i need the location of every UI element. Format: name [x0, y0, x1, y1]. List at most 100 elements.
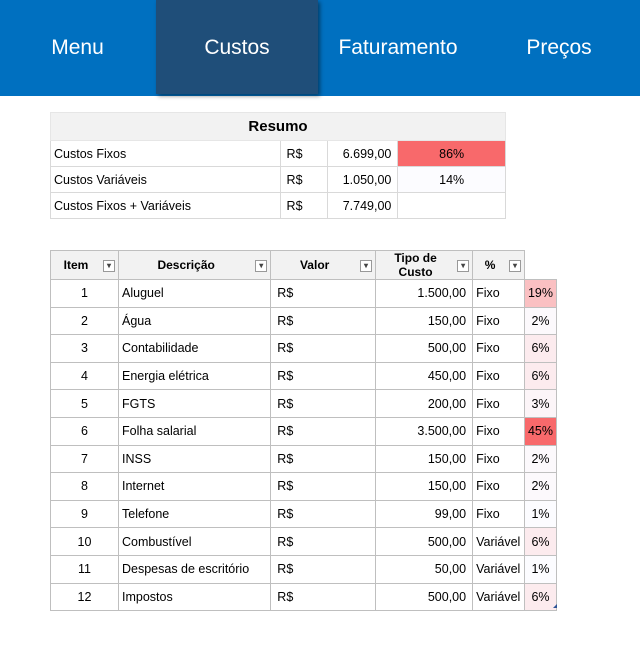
cell-valor[interactable]: 3.500,00: [375, 416, 474, 446]
cell-currency[interactable]: R$: [270, 444, 377, 474]
cell-percent[interactable]: 2%: [523, 472, 558, 501]
cell-descricao[interactable]: Contabilidade: [117, 334, 272, 363]
cell-item[interactable]: 1: [50, 279, 119, 308]
nav-item-menu[interactable]: Menu: [0, 0, 155, 96]
cell-descricao[interactable]: Combustível: [117, 527, 272, 556]
summary-label[interactable]: Custos Fixos: [50, 140, 281, 167]
nav-item-precos[interactable]: Preços: [478, 0, 640, 96]
table-resize-handle-icon[interactable]: [553, 604, 557, 608]
summary-value[interactable]: 1.050,00: [327, 166, 399, 193]
cell-tipo-de-custo[interactable]: Fixo: [472, 361, 525, 391]
cell-valor[interactable]: 200,00: [375, 389, 474, 418]
cell-descricao[interactable]: Internet: [117, 472, 272, 501]
cell-descricao[interactable]: Folha salarial: [117, 416, 272, 446]
cell-currency[interactable]: R$: [270, 499, 377, 529]
summary-value[interactable]: 6.699,00: [327, 140, 399, 167]
cell-valor[interactable]: 150,00: [375, 472, 474, 501]
cell-percent[interactable]: 6%: [523, 361, 558, 391]
cell-currency[interactable]: R$: [270, 472, 377, 501]
cell-currency[interactable]: R$: [270, 416, 377, 446]
summary-currency[interactable]: R$: [279, 166, 329, 193]
cell-item[interactable]: 4: [50, 361, 119, 391]
cell-item[interactable]: 6: [50, 416, 119, 446]
cell-percent[interactable]: 6%: [523, 582, 558, 612]
cell-descricao[interactable]: FGTS: [117, 389, 272, 418]
cell-currency[interactable]: R$: [270, 306, 377, 336]
filter-dropdown-icon[interactable]: ▾: [255, 260, 268, 272]
cell-percent[interactable]: 2%: [523, 306, 558, 336]
cell-item[interactable]: 5: [50, 389, 119, 418]
cell-tipo-de-custo[interactable]: Fixo: [472, 499, 525, 529]
cell-descricao[interactable]: Água: [117, 306, 272, 336]
cell-item[interactable]: 10: [50, 527, 119, 556]
cell-percent[interactable]: 19%: [523, 279, 558, 308]
table-row: 6 Folha salarial R$ 3.500,00 Fixo 45%: [50, 416, 558, 446]
cell-tipo-de-custo[interactable]: Variável: [472, 582, 525, 612]
cell-percent[interactable]: 3%: [523, 389, 558, 418]
filter-dropdown-icon[interactable]: ▾: [360, 260, 373, 272]
cell-valor[interactable]: 500,00: [375, 527, 474, 556]
cell-item[interactable]: 2: [50, 306, 119, 336]
cell-descricao[interactable]: Impostos: [117, 582, 272, 612]
cell-valor[interactable]: 500,00: [375, 582, 474, 612]
nav-item-custos[interactable]: Custos: [156, 0, 318, 94]
summary-percent[interactable]: 14%: [397, 166, 506, 193]
cell-valor[interactable]: 500,00: [375, 334, 474, 363]
cell-item[interactable]: 12: [50, 582, 119, 612]
cell-currency[interactable]: R$: [270, 554, 377, 584]
summary-percent[interactable]: 86%: [397, 140, 506, 167]
cell-valor[interactable]: 450,00: [375, 361, 474, 391]
cell-currency[interactable]: R$: [270, 389, 377, 418]
cell-valor[interactable]: 99,00: [375, 499, 474, 529]
cell-descricao[interactable]: Despesas de escritório: [117, 554, 272, 584]
cell-valor[interactable]: 150,00: [375, 444, 474, 474]
cell-percent[interactable]: 1%: [523, 554, 558, 584]
cell-currency[interactable]: R$: [270, 334, 377, 363]
cell-valor[interactable]: 150,00: [375, 306, 474, 336]
cell-tipo-de-custo[interactable]: Fixo: [472, 279, 525, 308]
cell-percent[interactable]: 1%: [523, 499, 558, 529]
cell-tipo-de-custo[interactable]: Fixo: [472, 416, 525, 446]
cell-tipo-de-custo[interactable]: Variável: [472, 554, 525, 584]
filter-dropdown-icon[interactable]: ▾: [457, 260, 470, 272]
cell-item[interactable]: 7: [50, 444, 119, 474]
header-descricao[interactable]: Descrição ▾: [117, 250, 272, 280]
cell-item[interactable]: 3: [50, 334, 119, 363]
summary-currency[interactable]: R$: [279, 140, 329, 167]
cell-item[interactable]: 11: [50, 554, 119, 584]
cell-descricao[interactable]: Telefone: [117, 499, 272, 529]
cell-item[interactable]: 8: [50, 472, 119, 501]
summary-value[interactable]: 7.749,00: [327, 192, 399, 219]
cell-valor[interactable]: 1.500,00: [375, 279, 474, 308]
cell-descricao[interactable]: Energia elétrica: [117, 361, 272, 391]
cell-currency[interactable]: R$: [270, 582, 377, 612]
cell-descricao[interactable]: Aluguel: [117, 279, 272, 308]
cell-tipo-de-custo[interactable]: Fixo: [472, 444, 525, 474]
summary-percent[interactable]: [397, 192, 506, 219]
cell-tipo-de-custo[interactable]: Variável: [472, 527, 525, 556]
cell-tipo-de-custo[interactable]: Fixo: [472, 389, 525, 418]
nav-item-faturamento[interactable]: Faturamento: [318, 0, 478, 96]
cell-currency[interactable]: R$: [270, 279, 377, 308]
filter-dropdown-icon[interactable]: ▾: [508, 260, 521, 272]
header-tipo-de-custo[interactable]: Tipo de Custo ▾: [375, 250, 474, 280]
cell-tipo-de-custo[interactable]: Fixo: [472, 306, 525, 336]
cell-tipo-de-custo[interactable]: Fixo: [472, 334, 525, 363]
cell-item[interactable]: 9: [50, 499, 119, 529]
cell-valor[interactable]: 50,00: [375, 554, 474, 584]
summary-label[interactable]: Custos Fixos + Variáveis: [50, 192, 281, 219]
cell-percent[interactable]: 6%: [523, 527, 558, 556]
summary-currency[interactable]: R$: [279, 192, 329, 219]
header-valor[interactable]: Valor ▾: [270, 250, 377, 280]
cell-percent[interactable]: 45%: [523, 416, 558, 446]
filter-dropdown-icon[interactable]: ▾: [103, 260, 115, 272]
header-item[interactable]: Item ▾: [50, 250, 119, 280]
cell-percent[interactable]: 2%: [523, 444, 558, 474]
cell-currency[interactable]: R$: [270, 527, 377, 556]
cell-percent[interactable]: 6%: [523, 334, 558, 363]
summary-label[interactable]: Custos Variáveis: [50, 166, 281, 193]
cell-tipo-de-custo[interactable]: Fixo: [472, 472, 525, 501]
cell-currency[interactable]: R$: [270, 361, 377, 391]
cell-descricao[interactable]: INSS: [117, 444, 272, 474]
header-percent[interactable]: % ▾: [472, 250, 525, 280]
